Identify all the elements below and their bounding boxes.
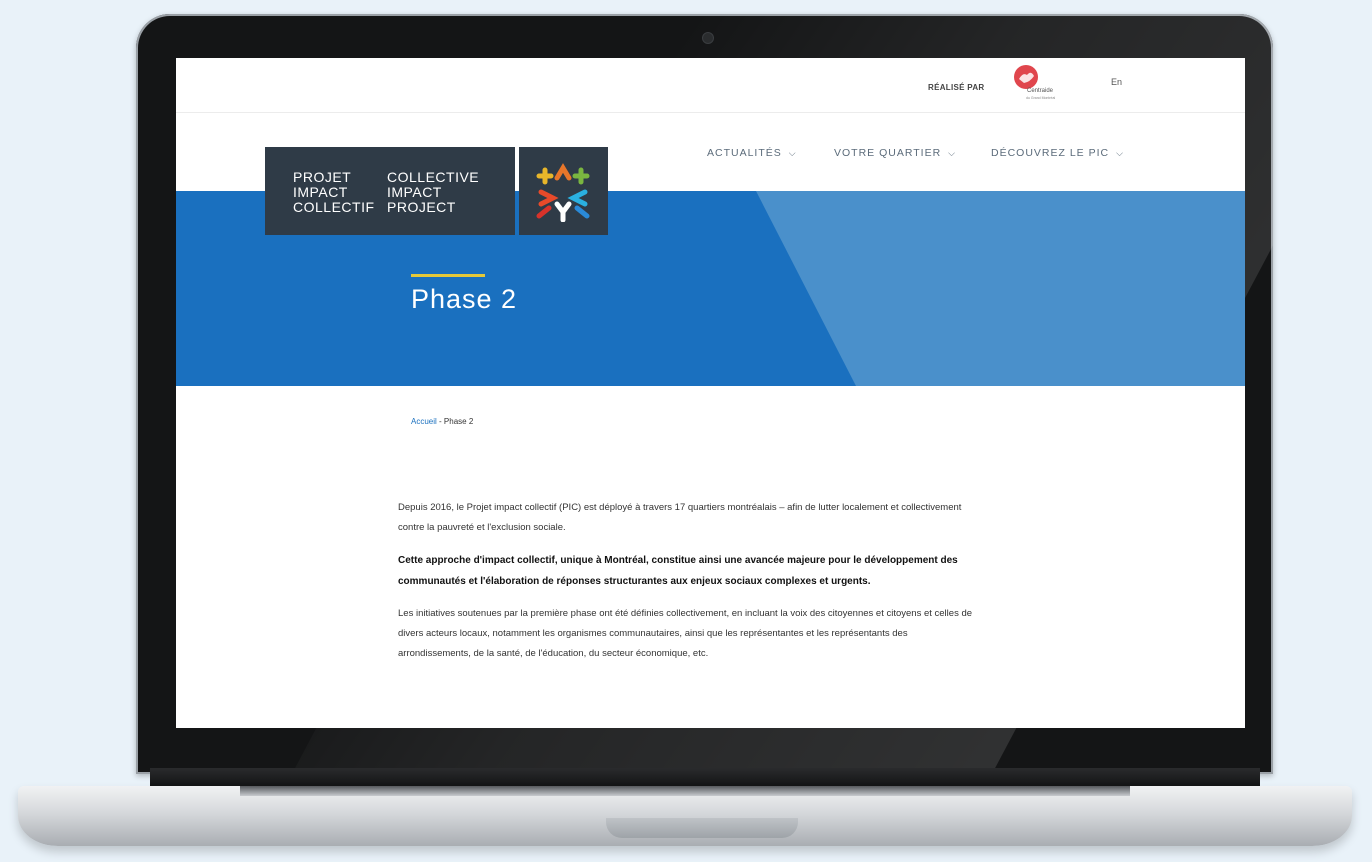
pic-people-icon [536, 163, 590, 222]
body-paragraph: Les initiatives soutenues par la premièr… [398, 608, 973, 659]
page-title: Phase 2 [411, 284, 518, 314]
nav-item-votre-quartier[interactable]: VOTRE QUARTIER ⌵ [834, 147, 956, 159]
realise-par-label: RÉALISÉ PAR [928, 83, 985, 92]
chevron-down-icon: ⌵ [948, 148, 956, 158]
nav-item-decouvrez[interactable]: DÉCOUVREZ LE PIC ⌵ [991, 147, 1124, 159]
nav-item-label: DÉCOUVREZ LE PIC [991, 147, 1110, 159]
logo-text-fr: PROJET IMPACT COLLECTIF [293, 170, 375, 215]
top-bar: RÉALISÉ PAR Centraide du Grand Montréal … [176, 58, 1245, 113]
logo-word: COLLECTIF [293, 199, 375, 215]
breadcrumb-current: Phase 2 [443, 417, 474, 426]
breadcrumb-separator: - [436, 417, 444, 426]
main-content: Depuis 2016, le Projet impact collectif … [398, 498, 978, 676]
logo-word: IMPACT [387, 184, 442, 200]
chevron-down-icon: ⌵ [788, 148, 797, 158]
centraide-subtitle: du Grand Montréal [1026, 96, 1056, 100]
breadcrumb: Accueil - Phase 2 [411, 417, 473, 426]
nav-item-actualites[interactable]: ACTUALITÉS ⌵ [707, 147, 797, 159]
logo-text-en: COLLECTIVE IMPACT PROJECT [387, 170, 479, 215]
webcam [703, 33, 713, 43]
pic-logo[interactable]: PROJET IMPACT COLLECTIF COLLECTIVE IMPAC… [265, 147, 515, 235]
language-switch-link[interactable]: En [1111, 77, 1122, 87]
centraide-name: Centraide [1027, 88, 1054, 94]
logo-word: COLLECTIVE [387, 169, 480, 185]
hero-diagonal-shape [756, 191, 1245, 386]
browser-screen: RÉALISÉ PAR Centraide du Grand Montréal … [176, 58, 1245, 728]
nav-item-label: VOTRE QUARTIER [834, 147, 942, 159]
pic-logo-icon-tile[interactable] [519, 147, 608, 235]
highlight-paragraph: Cette approche d'impact collectif, uniqu… [398, 555, 958, 587]
intro-paragraph: Depuis 2016, le Projet impact collectif … [398, 502, 962, 533]
chevron-down-icon: ⌵ [1116, 148, 1124, 158]
breadcrumb-home-link[interactable]: Accueil [411, 417, 437, 426]
logo-word: PROJECT [387, 199, 456, 215]
laptop-notch [606, 818, 798, 838]
laptop-base-edge [240, 786, 1130, 796]
title-accent-rule [411, 274, 485, 277]
nav-item-label: ACTUALITÉS [707, 147, 782, 159]
logo-word: PROJET [293, 169, 352, 185]
logo-word: IMPACT [293, 184, 348, 200]
